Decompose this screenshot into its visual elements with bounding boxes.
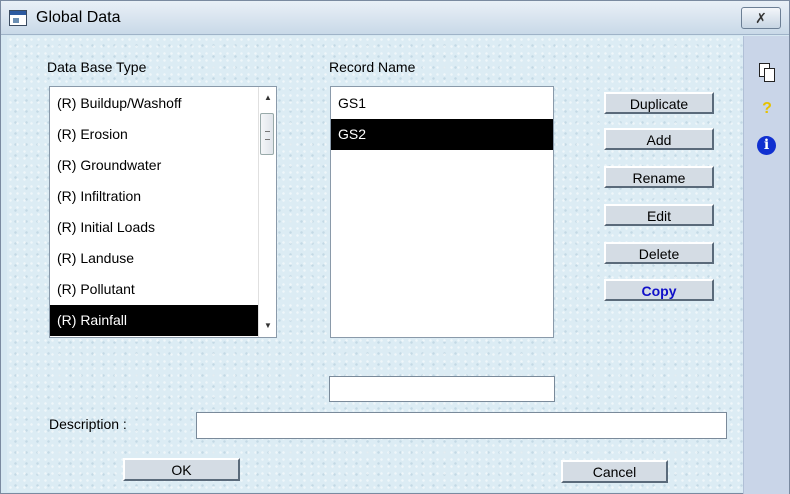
record-item[interactable]: GS1 bbox=[331, 88, 553, 119]
title-bar[interactable]: Global Data ✗ bbox=[1, 1, 789, 35]
database-type-item[interactable]: (R) Groundwater bbox=[50, 150, 258, 181]
scroll-thumb[interactable] bbox=[260, 113, 274, 155]
copy-icon-page-front bbox=[764, 68, 775, 82]
window-app-icon bbox=[9, 10, 27, 26]
edit-button[interactable]: Edit bbox=[604, 204, 714, 226]
info-icon[interactable]: i bbox=[757, 136, 776, 155]
database-type-item[interactable]: (R) Initial Loads bbox=[50, 212, 258, 243]
dialog-body: Data Base Type Record Name (R) Buildup/W… bbox=[7, 36, 743, 492]
record-name-label: Record Name bbox=[329, 59, 416, 75]
record-item[interactable]: GS2 bbox=[331, 119, 553, 150]
side-toolbar: ? i bbox=[743, 36, 789, 494]
close-icon: ✗ bbox=[755, 10, 767, 26]
copy-icon[interactable] bbox=[756, 61, 778, 83]
rename-button[interactable]: Rename bbox=[604, 166, 714, 188]
delete-button[interactable]: Delete bbox=[604, 242, 714, 264]
help-icon[interactable]: ? bbox=[756, 98, 778, 120]
description-label: Description : bbox=[49, 416, 127, 432]
database-type-item[interactable]: (R) Infiltration bbox=[50, 181, 258, 212]
record-name-input[interactable] bbox=[329, 376, 555, 402]
description-input[interactable] bbox=[196, 412, 727, 439]
ok-button[interactable]: OK bbox=[123, 458, 240, 481]
database-type-item[interactable]: (R) Landuse bbox=[50, 243, 258, 274]
duplicate-button[interactable]: Duplicate bbox=[604, 92, 714, 114]
window-title: Global Data bbox=[36, 9, 121, 26]
close-button[interactable]: ✗ bbox=[741, 7, 781, 29]
record-list[interactable]: GS1 GS2 bbox=[330, 86, 554, 338]
database-type-scrollbar[interactable]: ▲ ▼ bbox=[258, 87, 276, 337]
database-type-item[interactable]: (R) Rainfall bbox=[50, 305, 258, 336]
scroll-up-icon[interactable]: ▲ bbox=[259, 90, 277, 106]
database-type-item[interactable]: (R) Buildup/Washoff bbox=[50, 88, 258, 119]
database-type-label: Data Base Type bbox=[47, 59, 147, 75]
database-type-item[interactable]: (R) Pollutant bbox=[50, 274, 258, 305]
cancel-button[interactable]: Cancel bbox=[561, 460, 668, 483]
add-button[interactable]: Add bbox=[604, 128, 714, 150]
copy-button[interactable]: Copy bbox=[604, 279, 714, 301]
global-data-window: Global Data ✗ Data Base Type Record Name… bbox=[0, 0, 790, 494]
scroll-down-icon[interactable]: ▼ bbox=[259, 318, 277, 334]
database-type-list[interactable]: (R) Buildup/Washoff (R) Erosion (R) Ground… bbox=[49, 86, 277, 338]
database-type-item[interactable]: (R) Erosion bbox=[50, 119, 258, 150]
